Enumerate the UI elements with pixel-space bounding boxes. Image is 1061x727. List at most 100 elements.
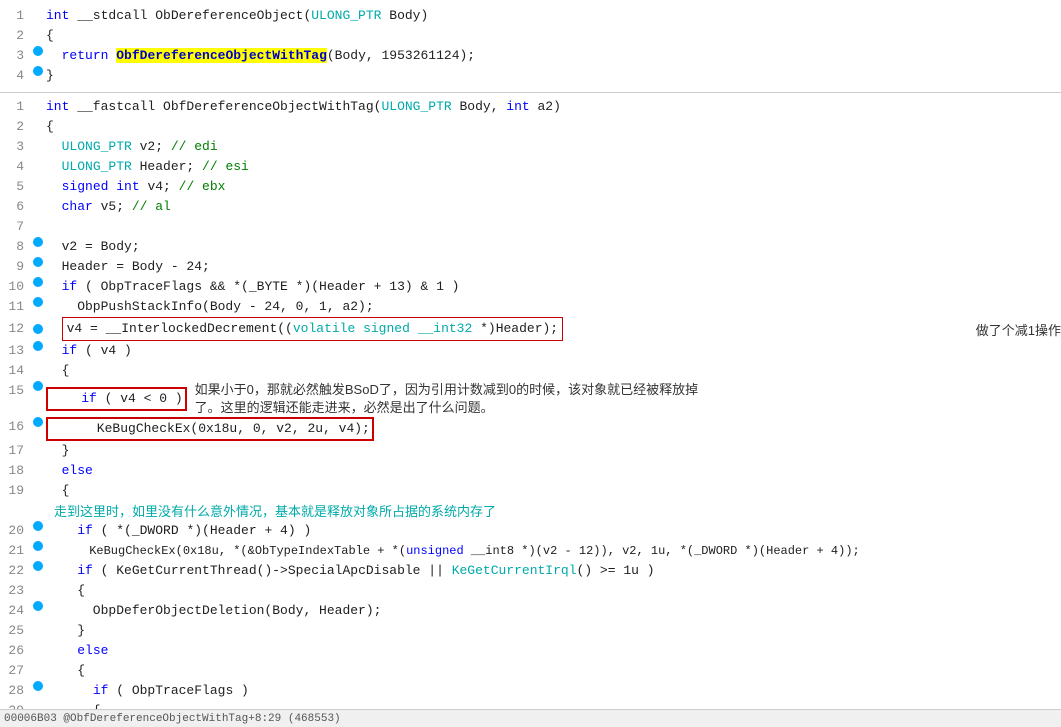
line-number: 22 <box>0 561 30 581</box>
code-text: { <box>46 117 1061 137</box>
code-text: ObpPushStackInfo(Body - 24, 0, 1, a2); <box>46 297 1061 317</box>
line-number: 5 <box>0 177 30 197</box>
bullet-dot-3 <box>30 46 46 56</box>
bullet-dot-10 <box>30 277 46 287</box>
code-line: 19 { <box>0 481 1061 501</box>
code-text: } <box>46 66 1061 86</box>
code-line: 9 Header = Body - 24; <box>0 257 1061 277</box>
code-text: if ( v4 ) <box>46 341 1061 361</box>
bullet-dot-28 <box>30 681 46 691</box>
line-number: 28 <box>0 681 30 701</box>
code-line: 22 if ( KeGetCurrentThread()->SpecialApc… <box>0 561 1061 581</box>
line-number: 2 <box>0 117 30 137</box>
line-number: 11 <box>0 297 30 317</box>
bullet-dot-4 <box>30 66 46 76</box>
code-text: else <box>46 641 1061 661</box>
line-number: 18 <box>0 461 30 481</box>
bullet-dot-9 <box>30 257 46 267</box>
code-line: 28 if ( ObpTraceFlags ) <box>0 681 1061 701</box>
code-text: { <box>46 581 1061 601</box>
code-text: KeBugCheckEx(0x18u, *(&ObTypeIndexTable … <box>46 541 1061 561</box>
code-line: 26 else <box>0 641 1061 661</box>
code-text: { <box>46 361 1061 381</box>
line-number: 14 <box>0 361 30 381</box>
code-text: KeBugCheckEx(0x18u, 0, v2, 2u, v4); <box>46 417 1061 441</box>
bottom-section: 1 int __fastcall ObfDereferenceObjectWit… <box>0 93 1061 727</box>
line-number: 13 <box>0 341 30 361</box>
line-number: 4 <box>0 66 30 86</box>
code-line: 14 { <box>0 361 1061 381</box>
code-line: 27 { <box>0 661 1061 681</box>
line-number: 26 <box>0 641 30 661</box>
line-number: 25 <box>0 621 30 641</box>
bullet-dot-20 <box>30 521 46 531</box>
line-number: 9 <box>0 257 30 277</box>
code-text: { <box>46 26 1061 46</box>
line-number: 3 <box>0 137 30 157</box>
code-line: 18 else <box>0 461 1061 481</box>
code-text: if ( KeGetCurrentThread()->SpecialApcDis… <box>46 561 1061 581</box>
code-text: v4 = __InterlockedDecrement((volatile si… <box>46 317 968 341</box>
line-number: 1 <box>0 97 30 117</box>
line-number: 8 <box>0 237 30 257</box>
line-number: 20 <box>0 521 30 541</box>
bullet-dot-8 <box>30 237 46 247</box>
annotation-19b: 走到这里时，如里没有什么意外情况，基本就是释放对象所占据的系统内存了 <box>54 501 496 520</box>
code-text: int __fastcall ObfDereferenceObjectWithT… <box>46 97 1061 117</box>
line-number: 17 <box>0 441 30 461</box>
code-text: char v5; // al <box>46 197 1061 217</box>
code-text: int __stdcall ObDereferenceObject(ULONG_… <box>46 6 1061 26</box>
line-number: 1 <box>0 6 30 26</box>
code-line: 11 ObpPushStackInfo(Body - 24, 0, 1, a2)… <box>0 297 1061 317</box>
bullet-dot-15 <box>30 381 46 391</box>
code-text: ULONG_PTR v2; // edi <box>46 137 1061 157</box>
code-line: 3 return ObfDereferenceObjectWithTag(Bod… <box>0 46 1061 66</box>
code-text: v2 = Body; <box>46 237 1061 257</box>
code-text: if ( ObpTraceFlags ) <box>46 681 1061 701</box>
code-line-chinese: 走到这里时，如里没有什么意外情况，基本就是释放对象所占据的系统内存了 <box>0 501 1061 521</box>
code-line: 17 } <box>0 441 1061 461</box>
bullet-dot-21 <box>30 541 46 551</box>
code-line: 4 ULONG_PTR Header; // esi <box>0 157 1061 177</box>
code-line: 16 KeBugCheckEx(0x18u, 0, v2, 2u, v4); <box>0 417 1061 441</box>
annotation-12: 做了个减1操作 <box>976 320 1061 339</box>
code-text: ULONG_PTR Header; // esi <box>46 157 1061 177</box>
code-line: 5 signed int v4; // ebx <box>0 177 1061 197</box>
line-number: 19 <box>0 481 30 501</box>
code-text: } <box>46 441 1061 461</box>
code-text: ObpDeferObjectDeletion(Body, Header); <box>46 601 1061 621</box>
code-line: 6 char v5; // al <box>0 197 1061 217</box>
bullet-dot-24 <box>30 601 46 611</box>
line-number: 27 <box>0 661 30 681</box>
line-number: 3 <box>0 46 30 66</box>
top-section: 1 int __stdcall ObDereferenceObject(ULON… <box>0 0 1061 93</box>
code-text: else <box>46 461 1061 481</box>
code-line: 8 v2 = Body; <box>0 237 1061 257</box>
line-number: 21 <box>0 541 30 561</box>
code-text: Header = Body - 24; <box>46 257 1061 277</box>
line-number: 6 <box>0 197 30 217</box>
code-line: 1 int __fastcall ObfDereferenceObjectWit… <box>0 97 1061 117</box>
code-text: if ( ObpTraceFlags && *(_BYTE *)(Header … <box>46 277 1061 297</box>
line-number: 4 <box>0 157 30 177</box>
code-line: 24 ObpDeferObjectDeletion(Body, Header); <box>0 601 1061 621</box>
line-number: 12 <box>0 319 30 339</box>
line-number: 7 <box>0 217 30 237</box>
code-text: { <box>46 661 1061 681</box>
bullet-dot-13 <box>30 341 46 351</box>
code-text: signed int v4; // ebx <box>46 177 1061 197</box>
code-text: { <box>46 481 1061 501</box>
code-text: if ( *(_DWORD *)(Header + 4) ) <box>46 521 1061 541</box>
code-line: 23 { <box>0 581 1061 601</box>
code-line: 1 int __stdcall ObDereferenceObject(ULON… <box>0 6 1061 26</box>
annotation-15: 如果小于0，那就必然触发BSoD了，因为引用计数减到0的时候，该对象就已经被释放… <box>195 381 715 417</box>
line-number: 16 <box>0 417 30 437</box>
code-text: } <box>46 621 1061 641</box>
code-line: 7 <box>0 217 1061 237</box>
code-line: 15 if ( v4 < 0 ) 如果小于0，那就必然触发BSoD了，因为引用计… <box>0 381 1061 417</box>
code-line: 21 KeBugCheckEx(0x18u, *(&ObTypeIndexTab… <box>0 541 1061 561</box>
code-line: 12 v4 = __InterlockedDecrement((volatile… <box>0 317 1061 341</box>
code-text: if ( v4 < 0 ) 如果小于0，那就必然触发BSoD了，因为引用计数减到… <box>46 381 1061 417</box>
status-bar: 00006B03 @ObfDereferenceObjectWithTag+8:… <box>0 709 1061 727</box>
code-line: 25 } <box>0 621 1061 641</box>
